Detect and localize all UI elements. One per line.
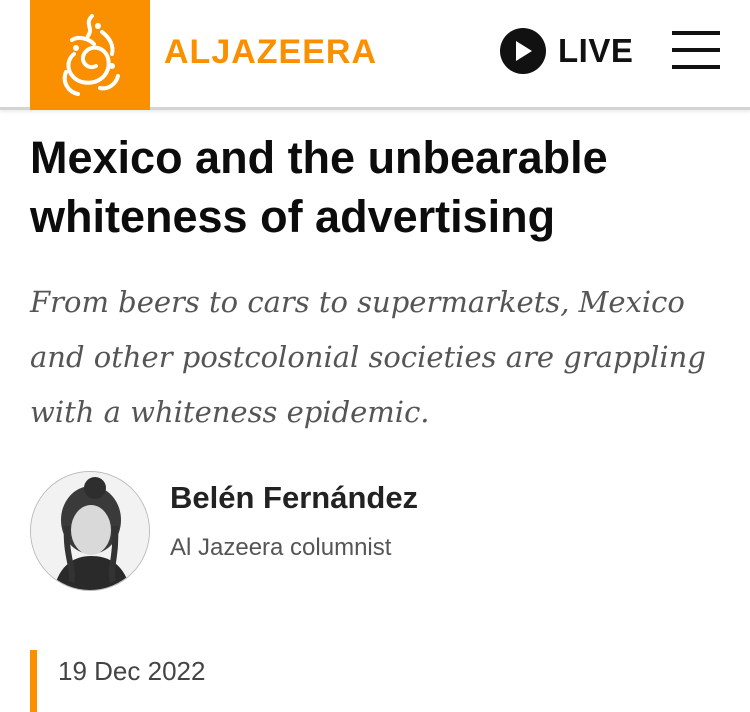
play-circle-icon <box>500 28 546 74</box>
article-dek: From beers to cars to supermarkets, Mexi… <box>30 285 706 429</box>
publish-date: 19 Dec 2022 <box>58 656 206 686</box>
article-title: Mexico and the unbearable whiteness of a… <box>30 132 608 242</box>
author-role: Al Jazeera columnist <box>170 534 392 561</box>
brand-logo[interactable] <box>30 0 150 110</box>
live-button[interactable]: LIVE <box>500 28 633 74</box>
brand-wordmark[interactable]: ALJAZEERA <box>164 30 377 74</box>
author-name[interactable]: Belén Fernández <box>170 480 418 516</box>
date-accent-bar <box>30 650 37 712</box>
site-header: ALJAZEERA LIVE <box>0 0 750 110</box>
hamburger-menu-icon[interactable] <box>672 31 720 69</box>
author-avatar[interactable] <box>30 471 150 591</box>
live-label: LIVE <box>558 32 634 69</box>
al-jazeera-logo-icon <box>62 14 120 96</box>
